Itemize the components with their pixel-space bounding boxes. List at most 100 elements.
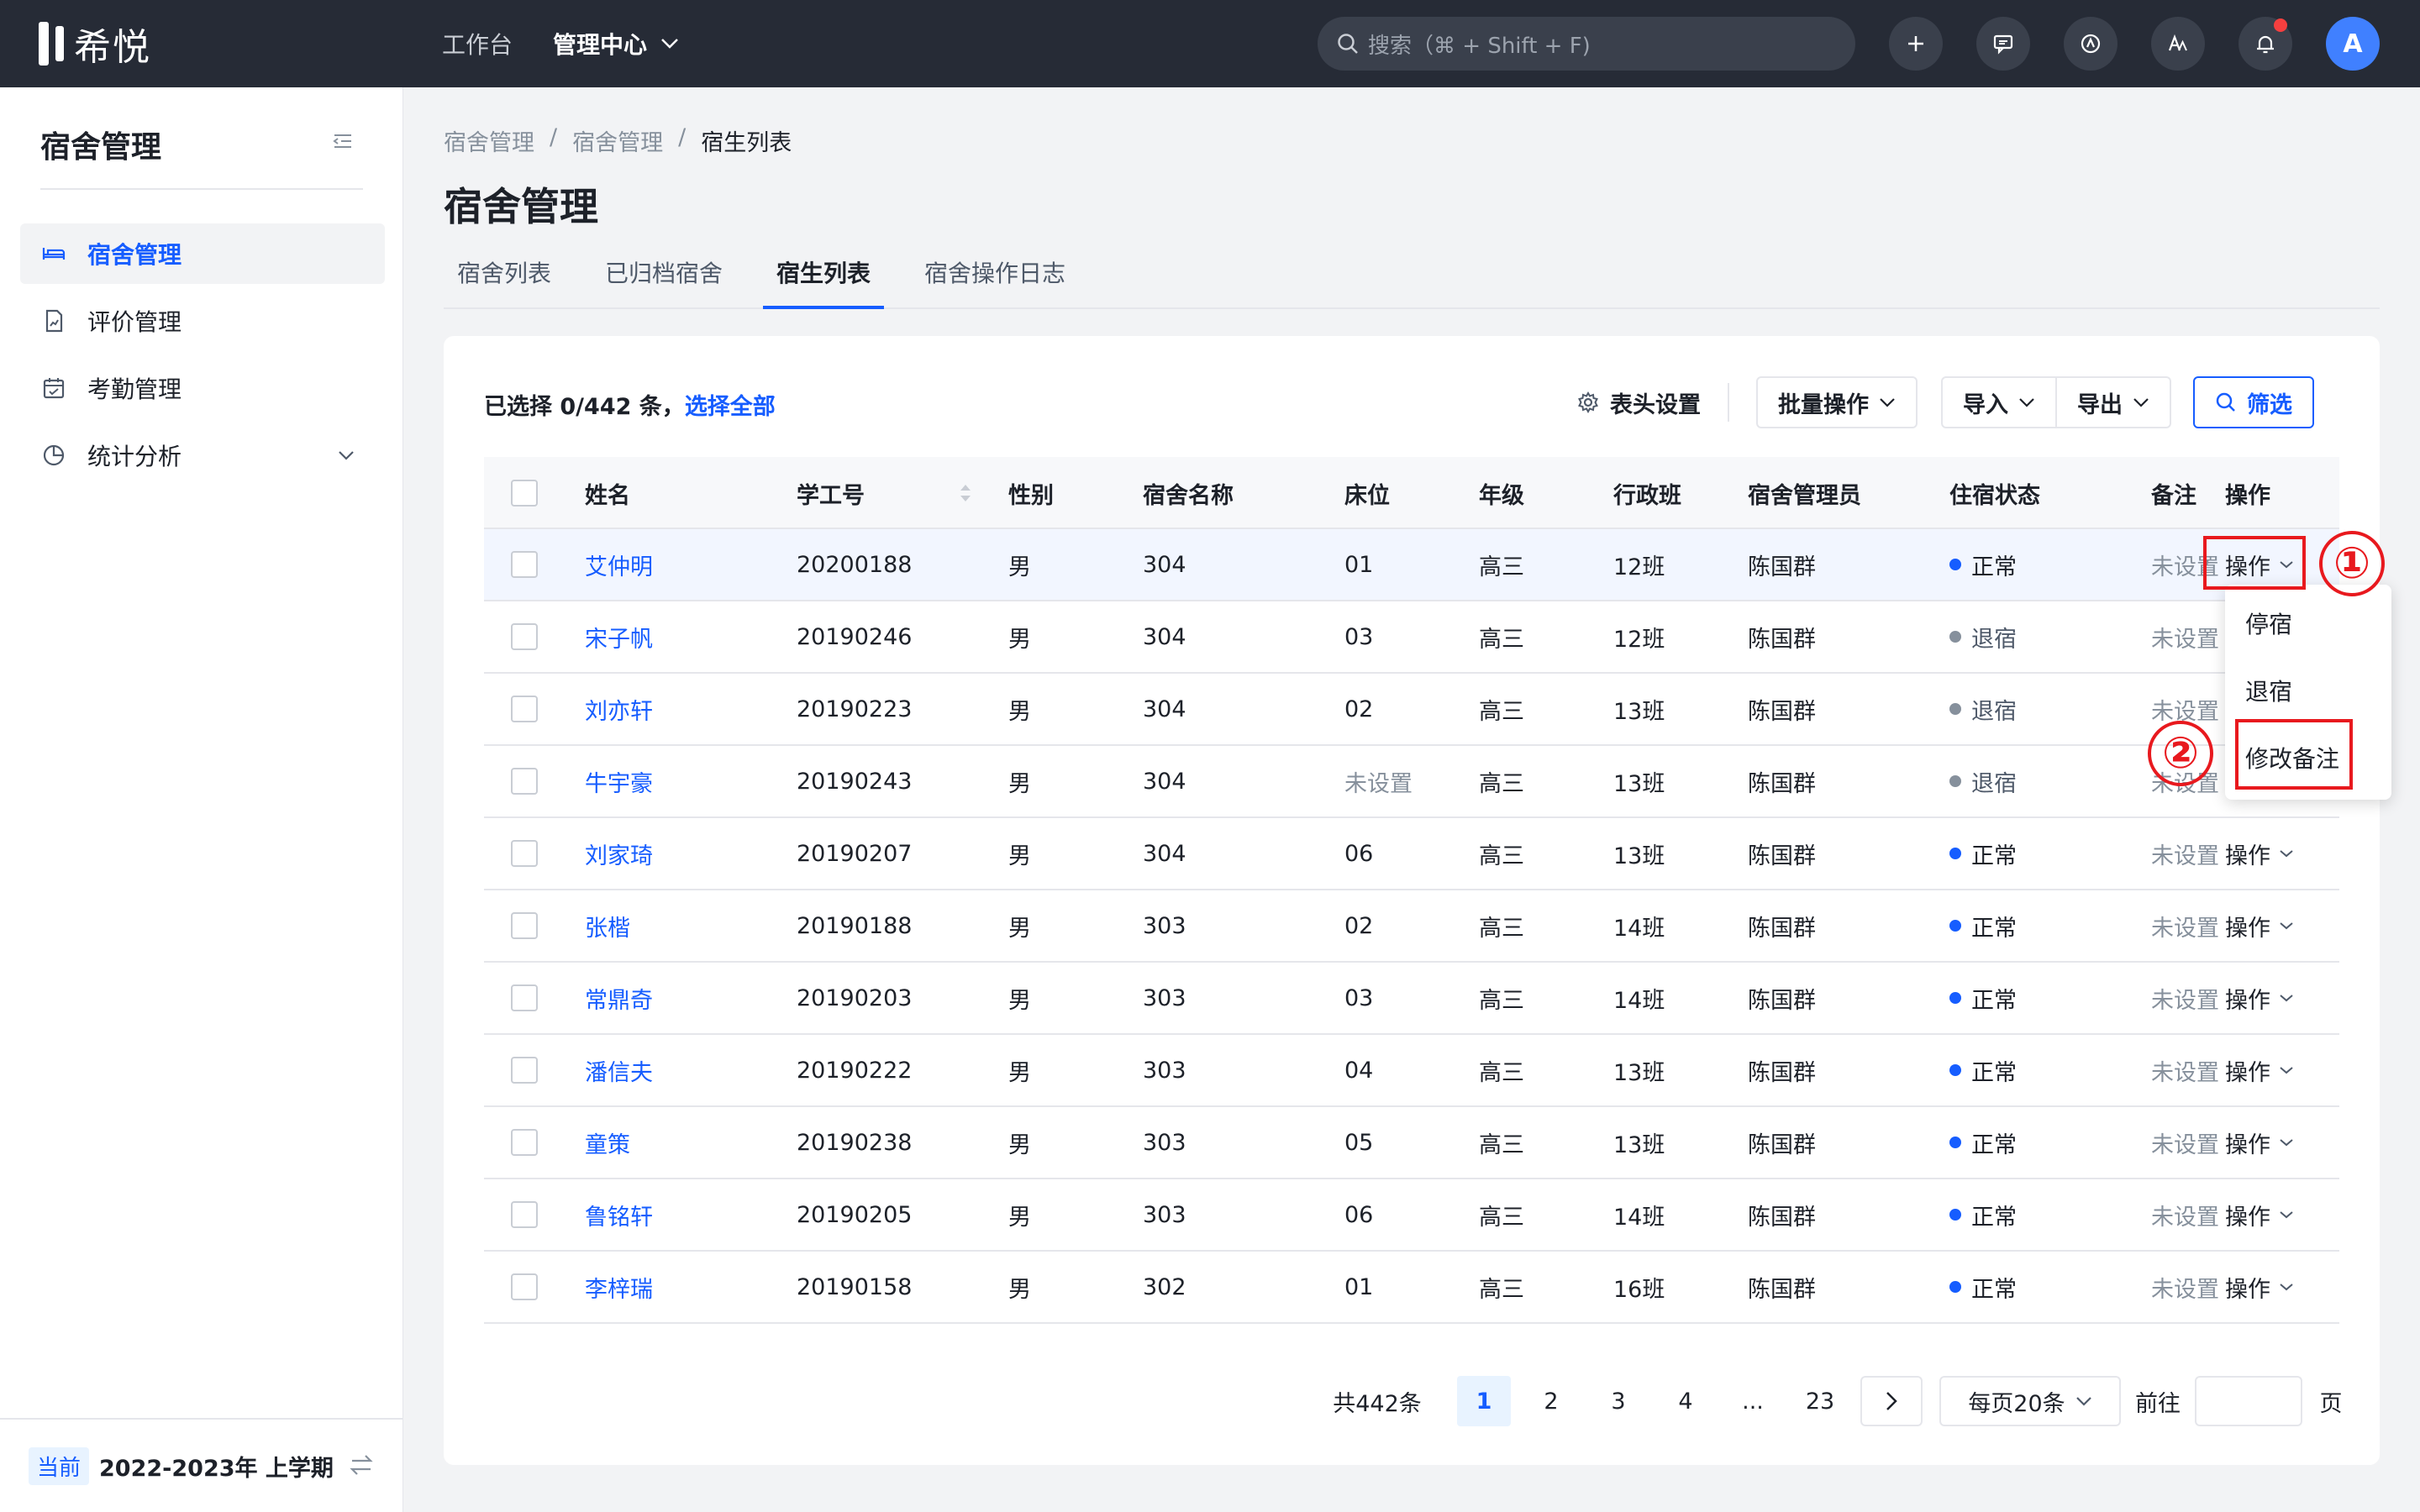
header-settings-button[interactable]: 表头设置: [1576, 376, 1701, 428]
tab-dorm-log[interactable]: 宿舍操作日志: [911, 249, 1079, 309]
app-logo[interactable]: 希悦: [39, 20, 151, 69]
gender: 男: [1008, 1204, 1031, 1231]
row-checkbox[interactable]: [511, 623, 538, 650]
checkbox[interactable]: [511, 480, 538, 507]
page-button-4[interactable]: 4: [1659, 1376, 1712, 1426]
page-button-23[interactable]: 23: [1793, 1376, 1847, 1426]
tab-resident-list[interactable]: 宿生列表: [763, 249, 885, 309]
row-checkbox[interactable]: [511, 768, 538, 795]
row-checkbox-cell: [511, 674, 538, 744]
table-row[interactable]: 牛宇豪20190243男304未设置高三13班陈国群未设置退宿操作: [484, 746, 2339, 818]
term-selector[interactable]: 当前 2022-2023年 上学期: [0, 1418, 403, 1512]
export-label: 导出: [2077, 391, 2123, 418]
sort-icon[interactable]: [958, 480, 973, 506]
row-checkbox[interactable]: [511, 840, 538, 867]
row-actions-button[interactable]: 操作: [2225, 890, 2294, 961]
row-checkbox-cell: [511, 963, 538, 1033]
breadcrumb-item[interactable]: 宿舍管理: [572, 124, 663, 157]
row-actions-button[interactable]: 操作: [2225, 1035, 2294, 1105]
student-name[interactable]: 宋子帆: [585, 601, 653, 672]
export-button[interactable]: 导出: [2057, 376, 2171, 428]
menu-item-checkout[interactable]: 退宿: [2225, 659, 2391, 722]
import-button[interactable]: 导入: [1941, 376, 2057, 428]
menu-item-suspend[interactable]: 停宿: [2225, 591, 2391, 655]
row-checkbox[interactable]: [511, 551, 538, 578]
row-actions-button[interactable]: 操作: [2225, 1252, 2294, 1322]
sidebar-item-label: 考勤管理: [87, 375, 182, 403]
student-name[interactable]: 刘家琦: [585, 818, 653, 889]
status-label: 正常: [1971, 987, 2017, 1014]
page-button-3[interactable]: 3: [1591, 1376, 1645, 1426]
student-name[interactable]: 童策: [585, 1107, 630, 1178]
student-name[interactable]: 艾仲明: [585, 529, 653, 600]
row-checkbox[interactable]: [511, 984, 538, 1011]
row-actions-button[interactable]: 操作: [2225, 818, 2294, 889]
row-actions-button[interactable]: 操作: [2225, 963, 2294, 1033]
page-size-select[interactable]: 每页20条: [1939, 1376, 2121, 1426]
table-row[interactable]: 李梓瑞 20190158 男 302 01 高三 16班 陈国群 未设置 正常 操作: [484, 1252, 2339, 1324]
top-bar: 希悦 工作台 管理中心 搜索（⌘ + Shift + F) A: [0, 0, 2420, 87]
messages-button[interactable]: [1976, 17, 2030, 71]
table-row[interactable]: 常鼎奇 20190203 男 303 03 高三 14班 陈国群 未设置 正常 操作: [484, 963, 2339, 1035]
table-row[interactable]: 刘亦轩20190223男30402高三13班陈国群未设置退宿操作: [484, 674, 2339, 746]
page-ellipsis[interactable]: ...: [1726, 1376, 1780, 1426]
user-avatar[interactable]: A: [2326, 17, 2380, 71]
tab-archived-dorms[interactable]: 已归档宿舍: [592, 249, 736, 309]
row-checkbox[interactable]: [511, 1057, 538, 1084]
student-name[interactable]: 张楷: [585, 890, 630, 961]
select-all-checkbox[interactable]: [511, 457, 538, 529]
row-actions-button[interactable]: 操作: [2225, 1179, 2294, 1250]
next-page-button[interactable]: [1860, 1376, 1923, 1426]
filter-button[interactable]: 筛选: [2193, 376, 2314, 428]
page-button-1[interactable]: 1: [1457, 1376, 1511, 1426]
table-row[interactable]: 鲁铭轩 20190205 男 303 06 高三 14班 陈国群 未设置 正常 操作: [484, 1179, 2339, 1252]
row-checkbox[interactable]: [511, 1129, 538, 1156]
row-checkbox[interactable]: [511, 696, 538, 722]
goto-page-input[interactable]: [2195, 1376, 2302, 1426]
batch-actions-button[interactable]: 批量操作: [1756, 376, 1918, 428]
column-header-student-id[interactable]: 学工号: [797, 457, 973, 529]
sidebar-item-attendance[interactable]: 考勤管理: [20, 358, 385, 418]
student-name[interactable]: 常鼎奇: [585, 963, 653, 1033]
add-button[interactable]: [1889, 17, 1943, 71]
table-row[interactable]: 潘信夫 20190222 男 303 04 高三 13班 陈国群 未设置 正常 操作: [484, 1035, 2339, 1107]
breadcrumb-item[interactable]: 宿舍管理: [444, 124, 534, 157]
select-all-link[interactable]: 选择全部: [685, 394, 776, 420]
row-actions-button[interactable]: 操作: [2225, 1107, 2294, 1178]
row-checkbox[interactable]: [511, 1201, 538, 1228]
sidebar-item-evaluation[interactable]: 评价管理: [20, 291, 385, 351]
table-row[interactable]: 艾仲明 20200188 男 304 01 高三 12班 陈国群 未设置 正常 操作: [484, 529, 2339, 601]
student-name[interactable]: 李梓瑞: [585, 1252, 653, 1322]
table-row[interactable]: 宋子帆20190246男30403高三12班陈国群未设置退宿操作: [484, 601, 2339, 674]
row-checkbox[interactable]: [511, 912, 538, 939]
dorm-name: 303: [1143, 1129, 1186, 1156]
language-button[interactable]: [2151, 17, 2205, 71]
table-row[interactable]: 童策 20190238 男 303 05 高三 13班 陈国群 未设置 正常 操作: [484, 1107, 2339, 1179]
top-nav: 工作台 管理中心: [442, 0, 719, 87]
nav-admin-center[interactable]: 管理中心: [553, 27, 679, 60]
row-checkbox[interactable]: [511, 1273, 538, 1300]
sidebar-item-label: 评价管理: [87, 308, 182, 336]
student-name[interactable]: 牛宇豪: [585, 746, 653, 816]
student-name[interactable]: 潘信夫: [585, 1035, 653, 1105]
status-cell: 正常: [1949, 1252, 2017, 1322]
table-row[interactable]: 张楷 20190188 男 303 02 高三 14班 陈国群 未设置 正常 操作: [484, 890, 2339, 963]
batch-actions-label: 批量操作: [1778, 391, 1869, 418]
student-name[interactable]: 鲁铭轩: [585, 1179, 653, 1250]
student-name[interactable]: 刘亦轩: [585, 674, 653, 744]
sidebar-item-dorm-management[interactable]: 宿舍管理: [20, 223, 385, 284]
table-row[interactable]: 刘家琦 20190207 男 304 06 高三 13班 陈国群 未设置 正常 操作: [484, 818, 2339, 890]
global-search[interactable]: 搜索（⌘ + Shift + F): [1318, 17, 1855, 71]
notifications-button[interactable]: [2238, 17, 2292, 71]
page-button-2[interactable]: 2: [1524, 1376, 1578, 1426]
sidebar-collapse-button[interactable]: [329, 128, 356, 155]
sidebar-item-statistics[interactable]: 统计分析: [20, 425, 385, 486]
switch-icon[interactable]: [348, 1452, 375, 1478]
notification-badge: [2274, 18, 2287, 32]
tab-dorm-list[interactable]: 宿舍列表: [444, 249, 565, 309]
gender: 男: [1008, 1276, 1031, 1303]
app-center-button[interactable]: [2064, 17, 2118, 71]
import-label: 导入: [1963, 391, 2008, 418]
nav-workbench[interactable]: 工作台: [442, 27, 513, 60]
dorm-admin: 陈国群: [1748, 1276, 1816, 1303]
